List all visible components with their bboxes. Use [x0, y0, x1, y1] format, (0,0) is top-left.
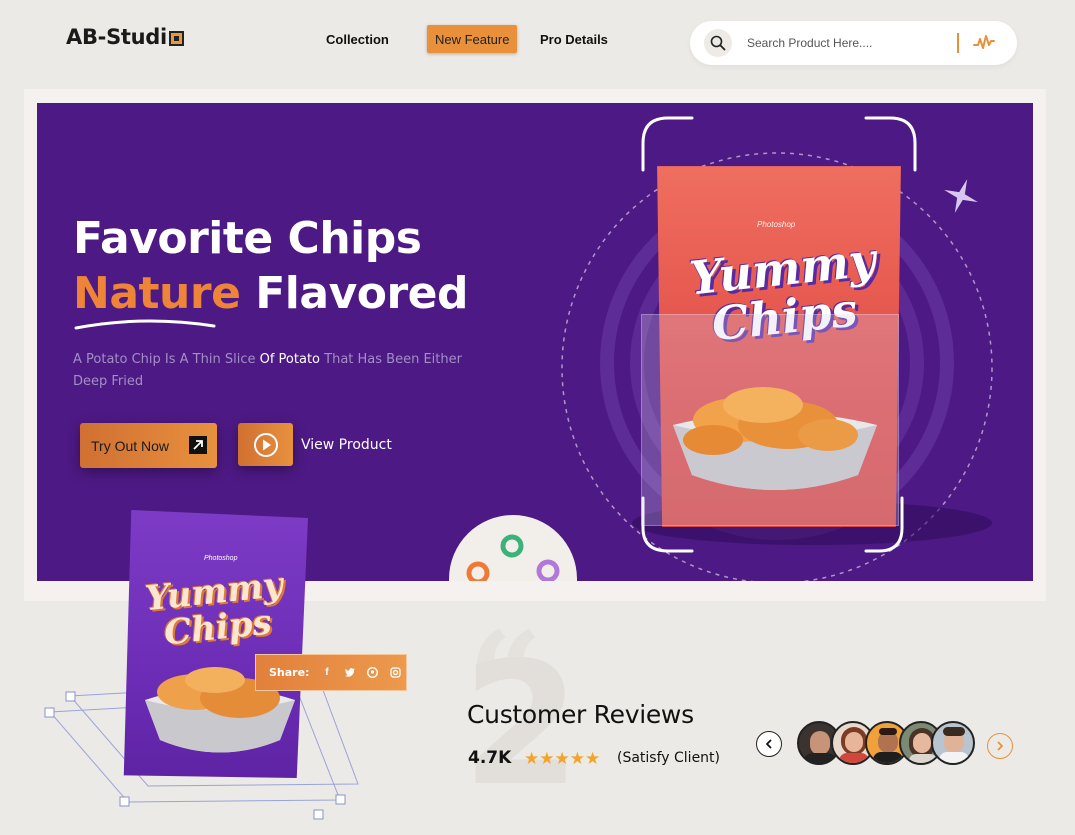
star-icon: ★	[554, 749, 570, 768]
rating-stars: ★★★★★	[524, 749, 600, 769]
star-icon: ★	[539, 749, 555, 768]
next-button[interactable]	[987, 733, 1013, 759]
chevron-right-icon	[997, 741, 1003, 751]
star-icon: ★	[524, 749, 540, 768]
star-icon: ★	[585, 749, 601, 768]
search-divider	[957, 33, 959, 53]
voice-wave-icon[interactable]	[973, 32, 995, 57]
nav-new-feature[interactable]: New Feature	[427, 25, 518, 53]
hero-title: Favorite Chips Nature Flavored	[73, 211, 469, 321]
avatar[interactable]	[931, 721, 975, 765]
share-bar: Share: f	[255, 654, 407, 691]
arrow-up-right-icon	[189, 436, 207, 454]
previous-button[interactable]	[756, 731, 782, 757]
title-underline-decoration	[74, 319, 216, 330]
search-bar	[690, 21, 1017, 65]
bag-brand: Photoshop	[757, 220, 796, 229]
orange-color-option[interactable]	[466, 561, 490, 581]
hero-title-line2: Nature Flavored	[73, 266, 469, 321]
reviews-title: Customer Reviews	[467, 700, 694, 729]
reviews-count: 4.7K	[468, 748, 512, 768]
nav-collection[interactable]: Collection	[326, 25, 389, 53]
featured-bag-brand: Photoshop	[204, 555, 238, 562]
try-out-now-label: Try Out Now	[91, 437, 170, 454]
search-input[interactable]	[747, 34, 927, 52]
chevron-left-icon	[766, 739, 772, 749]
play-video-button[interactable]	[238, 423, 293, 466]
star-icon: ★	[569, 749, 585, 768]
hero-title-rest: Flavored	[240, 268, 469, 319]
logo-text: AB-Studi	[66, 25, 167, 49]
play-icon	[253, 432, 278, 457]
nav-pro-details[interactable]: Pro Details	[540, 25, 608, 53]
facebook-icon[interactable]: f	[321, 667, 332, 678]
green-color-option[interactable]	[500, 534, 524, 558]
view-product-link[interactable]: View Product	[301, 437, 392, 453]
purple-color-option[interactable]	[536, 559, 560, 581]
instagram-icon[interactable]	[390, 667, 402, 678]
chips-bowl-image	[673, 387, 877, 490]
try-out-now-button[interactable]: Try Out Now	[80, 423, 217, 468]
search-icon[interactable]	[704, 29, 732, 57]
share-label: Share:	[269, 666, 310, 679]
twitter-icon[interactable]	[344, 667, 355, 678]
featured-bag-label: Yummy Chips	[143, 565, 285, 654]
chips-bag-purple[interactable]: Photoshop Yummy Chips	[120, 510, 308, 778]
pinterest-icon[interactable]	[367, 667, 379, 678]
logo-square-icon	[168, 31, 184, 46]
reviews-caption: (Satisfy Client)	[617, 750, 721, 766]
hero-title-accent: Nature	[73, 268, 241, 319]
logo[interactable]: AB-Studi	[66, 25, 184, 49]
hero-title-line1: Favorite Chips	[73, 213, 422, 264]
color-palette[interactable]	[449, 515, 577, 581]
hero-description: A Potato Chip Is A Thin Slice Of Potato …	[73, 352, 462, 389]
